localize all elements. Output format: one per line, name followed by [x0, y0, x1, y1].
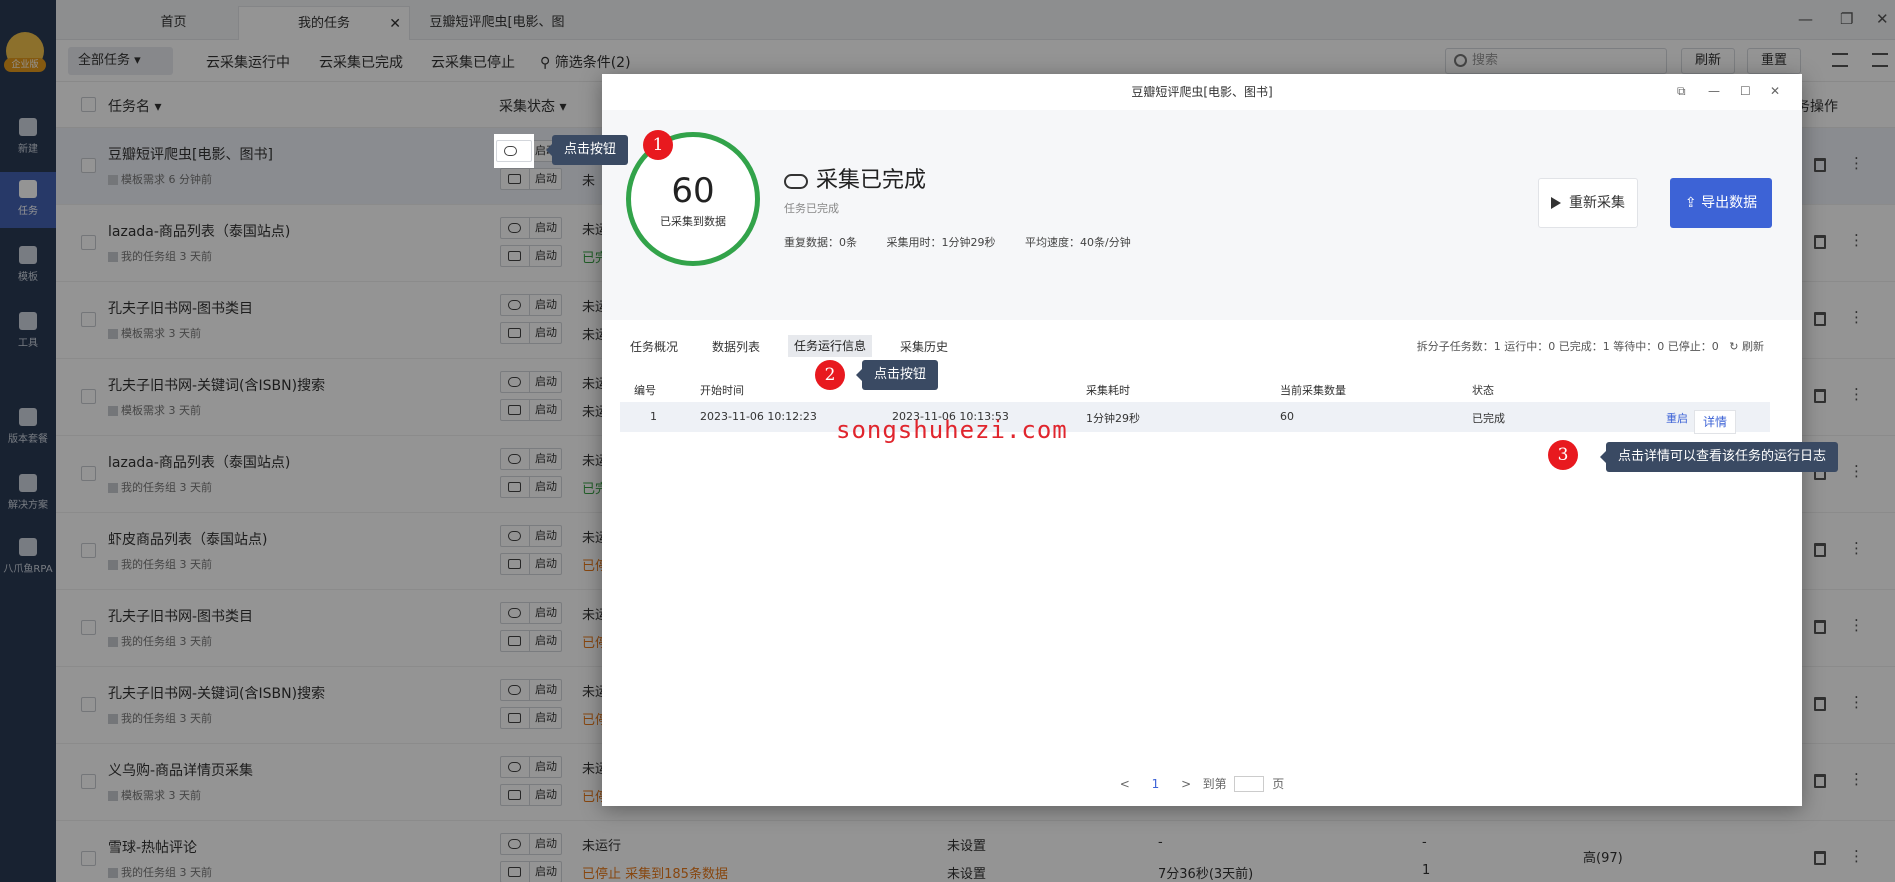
page-number-input[interactable] — [1234, 776, 1265, 792]
elapsed-stat: 采集用时：1分钟29秒 — [886, 236, 996, 249]
rerun-label: 重新采集 — [1569, 195, 1625, 211]
tab-run-info[interactable]: 任务运行信息 — [767, 322, 893, 370]
header-start-time: 开始时间 — [700, 384, 744, 397]
pagination: < 1 > 到第 页 — [602, 775, 1802, 792]
cell-elapsed: 1分钟29秒 — [1086, 412, 1140, 425]
page-label: 页 — [1272, 776, 1285, 791]
status-subtitle: 任务已完成 — [784, 202, 839, 215]
popout-icon[interactable]: ⧉ — [1677, 84, 1686, 99]
restart-link[interactable]: 重启 — [1666, 410, 1688, 426]
modal-refresh-button[interactable]: 刷新 — [1742, 340, 1764, 353]
task-detail-modal: 豆瓣短评爬虫[电影、图书] ⧉ — ☐ ✕ 60 已采集到数据 采集已完成 任务… — [602, 74, 1802, 806]
annotation-tip-2: 点击按钮 — [855, 360, 939, 390]
annotation-number-3: 3 — [1548, 440, 1578, 470]
annotation-number-2: 2 — [815, 360, 845, 390]
cell-start-time: 2023-11-06 10:12:23 — [700, 410, 817, 423]
rerun-button[interactable]: 重新采集 — [1538, 178, 1638, 228]
detail-button[interactable]: 详情 — [1694, 410, 1737, 434]
modal-tabs: 任务概况 数据列表 任务运行信息 采集历史 拆分子任务数：1 运行中：0 已完成… — [602, 320, 1802, 370]
header-count: 当前采集数量 — [1280, 384, 1346, 397]
run-table-row: 1 2023-11-06 10:12:23 2023-11-06 10:13:5… — [620, 402, 1770, 434]
collected-count: 60 — [671, 171, 715, 211]
status-title: 采集已完成 — [784, 162, 926, 194]
export-button[interactable]: ⇪ 导出数据 — [1670, 178, 1772, 228]
annotation-tip-1: 点击按钮 — [545, 135, 629, 165]
duplicate-stat: 重复数据：0条 — [784, 236, 857, 249]
run-table-header: 编号 开始时间 采集耗时 当前采集数量 状态 — [620, 374, 1770, 402]
status-title-text: 采集已完成 — [816, 168, 927, 193]
annotation-tip-3: 点击详情可以查看该任务的运行日志 — [1599, 442, 1839, 472]
subtask-counters-text: 拆分子任务数：1 运行中：0 已完成：1 等待中：0 已停止：0 — [1416, 340, 1719, 353]
cell-id: 1 — [650, 410, 657, 423]
upload-icon: ⇪ — [1684, 195, 1702, 211]
tab-history[interactable]: 采集历史 — [900, 338, 948, 355]
cell-status: 已完成 — [1472, 412, 1505, 425]
modal-title: 豆瓣短评爬虫[电影、图书] — [1131, 85, 1273, 99]
tab-run-info-label: 任务运行信息 — [788, 335, 873, 357]
refresh-icon[interactable]: ↻ — [1729, 340, 1738, 353]
subtask-counters: 拆分子任务数：1 运行中：0 已完成：1 等待中：0 已停止：0 ↻ 刷新 — [1417, 338, 1764, 354]
modal-close-icon[interactable]: ✕ — [1770, 84, 1780, 98]
annotation-number-1: 1 — [643, 130, 673, 160]
watermark-text: songshuhezi.com — [836, 416, 1068, 444]
collected-label: 已采集到数据 — [660, 215, 726, 228]
cloud-icon — [784, 173, 808, 189]
header-elapsed: 采集耗时 — [1086, 384, 1130, 397]
goto-label: 到第 — [1202, 776, 1227, 791]
header-id: 编号 — [634, 384, 656, 397]
highlight-cloud-start — [494, 134, 534, 168]
modal-minimize-icon[interactable]: — — [1708, 84, 1720, 98]
cell-count: 60 — [1280, 410, 1294, 423]
cloud-start-button[interactable] — [496, 140, 532, 162]
export-label: 导出数据 — [1701, 195, 1758, 211]
next-page-icon[interactable]: > — [1181, 777, 1191, 791]
current-page[interactable]: 1 — [1152, 777, 1160, 791]
prev-page-icon[interactable]: < — [1120, 777, 1130, 791]
run-stats: 重复数据：0条 采集用时：1分钟29秒 平均速度：40条/分钟 — [784, 234, 1157, 250]
tab-overview[interactable]: 任务概况 — [630, 338, 678, 355]
speed-stat: 平均速度：40条/分钟 — [1025, 236, 1131, 249]
cloud-icon — [504, 146, 517, 156]
play-icon — [1551, 197, 1561, 209]
header-status: 状态 — [1472, 384, 1494, 397]
tab-data-list[interactable]: 数据列表 — [712, 338, 760, 355]
modal-maximize-icon[interactable]: ☐ — [1740, 84, 1751, 98]
